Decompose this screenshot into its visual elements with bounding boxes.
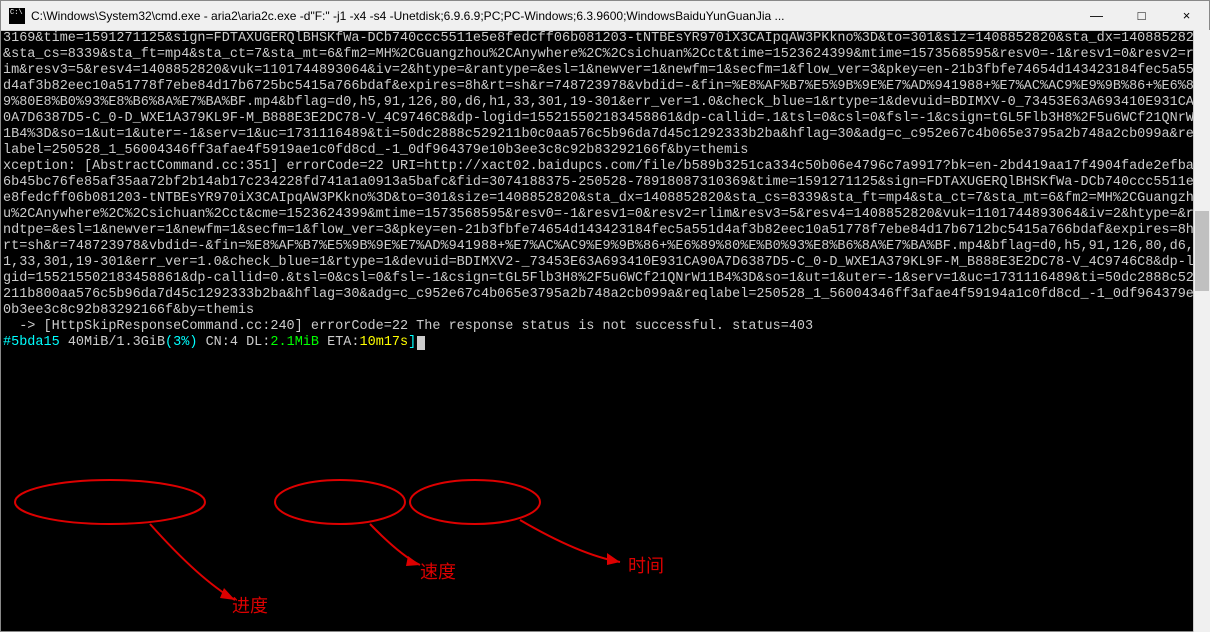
window-title: C:\Windows\System32\cmd.exe - aria2\aria…: [31, 9, 1074, 23]
cn-label: CN:: [197, 335, 229, 350]
annotation-time-label: 时间: [628, 552, 664, 578]
console-output: 3169&time=1591271125&sign=FDTAXUGERQlBHS…: [3, 31, 1207, 335]
eta-label: ETA:: [319, 335, 360, 350]
titlebar[interactable]: C:\Windows\System32\cmd.exe - aria2\aria…: [1, 1, 1209, 31]
cn-value: 4: [230, 335, 238, 350]
bracket-close: ]: [408, 335, 416, 350]
console-area[interactable]: 3169&time=1591271125&sign=FDTAXUGERQlBHS…: [1, 31, 1209, 631]
scrollbar-thumb[interactable]: [1195, 211, 1209, 291]
close-button[interactable]: ×: [1164, 1, 1209, 30]
window-controls: — □ ×: [1074, 1, 1209, 30]
minimize-button[interactable]: —: [1074, 1, 1119, 30]
eta-value: 10m17s: [360, 335, 409, 350]
cmd-icon: [9, 8, 25, 24]
vertical-scrollbar[interactable]: [1193, 30, 1210, 632]
progress-text: 40MiB/1.3GiB: [68, 335, 165, 350]
cmd-window: C:\Windows\System32\cmd.exe - aria2\aria…: [0, 0, 1210, 632]
pct-open: (: [165, 335, 173, 350]
cursor: [417, 336, 425, 350]
download-id: #5bda15: [3, 335, 60, 350]
maximize-button[interactable]: □: [1119, 1, 1164, 30]
annotation-progress-label: 进度: [232, 592, 268, 618]
dl-label: DL:: [238, 335, 270, 350]
download-speed: 2.1MiB: [270, 335, 319, 350]
annotation-speed-label: 速度: [420, 558, 456, 584]
progress-percent: 3%: [173, 335, 189, 350]
status-line: #5bda15 40MiB/1.3GiB(3%) CN:4 DL:2.1MiB …: [3, 335, 425, 350]
